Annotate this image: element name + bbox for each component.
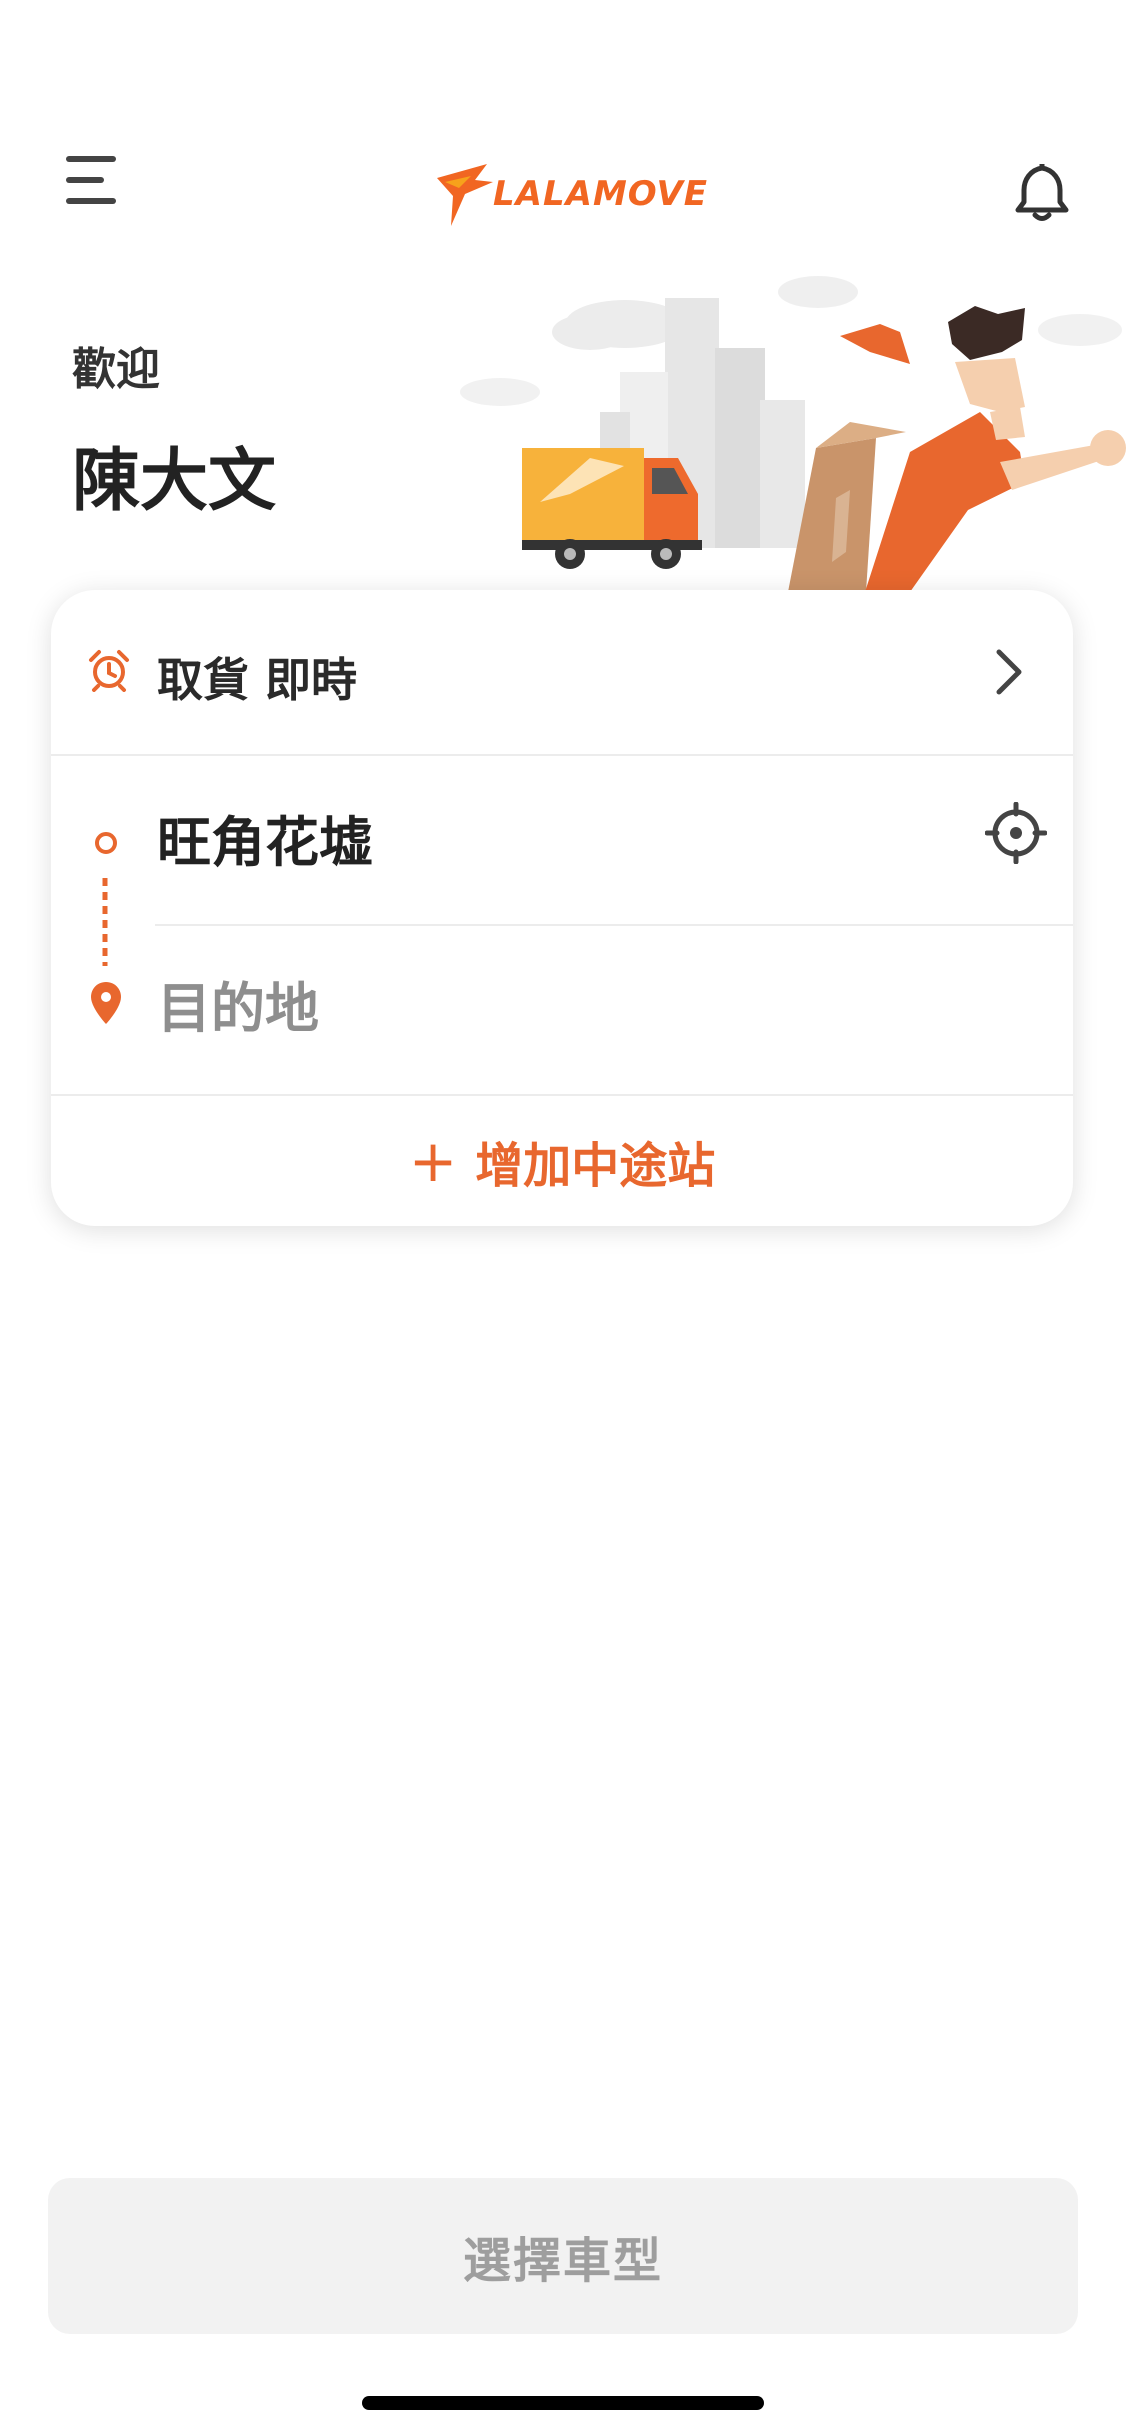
destination-field[interactable]: 目的地 bbox=[51, 926, 1073, 1096]
user-name: 陳大文 bbox=[72, 442, 277, 521]
pickup-location-text: 旺角花墟 bbox=[157, 811, 373, 874]
route-dotted-line bbox=[102, 878, 108, 966]
delivery-illustration bbox=[460, 276, 1126, 592]
hamburger-menu-icon bbox=[66, 156, 116, 204]
pickup-location-field[interactable]: 旺角花墟 bbox=[51, 754, 1073, 926]
destination-placeholder: 目的地 bbox=[157, 977, 319, 1040]
welcome-label: 歡迎 bbox=[72, 344, 160, 395]
plus-icon: + bbox=[408, 1127, 458, 1195]
logo-text: LALAMOVE bbox=[493, 174, 709, 214]
current-location-button[interactable] bbox=[984, 801, 1048, 865]
order-card: 取貨 即時 旺角花墟 目的地 + 增加中途站 bbox=[51, 590, 1073, 1226]
add-stop-label: 增加中途站 bbox=[475, 1138, 716, 1194]
pickup-point-icon bbox=[95, 832, 117, 854]
pickup-time-label: 取貨 即時 bbox=[157, 653, 358, 707]
pickup-time-row[interactable]: 取貨 即時 bbox=[51, 590, 1073, 756]
home-indicator bbox=[362, 2396, 764, 2410]
add-stop-button[interactable]: + 增加中途站 bbox=[51, 1096, 1073, 1226]
select-vehicle-label: 選擇車型 bbox=[462, 2233, 663, 2289]
bell-icon bbox=[1015, 164, 1069, 221]
crosshair-locate-icon bbox=[984, 801, 1048, 865]
destination-pin-icon bbox=[91, 982, 121, 1024]
notifications-button[interactable] bbox=[1008, 158, 1076, 224]
app-logo: LALAMOVE bbox=[435, 160, 707, 232]
select-vehicle-button[interactable]: 選擇車型 bbox=[48, 2178, 1078, 2334]
bird-logo-icon bbox=[437, 164, 493, 226]
alarm-clock-icon bbox=[89, 650, 129, 692]
chevron-right-icon bbox=[996, 649, 1022, 695]
menu-button[interactable] bbox=[62, 150, 120, 210]
